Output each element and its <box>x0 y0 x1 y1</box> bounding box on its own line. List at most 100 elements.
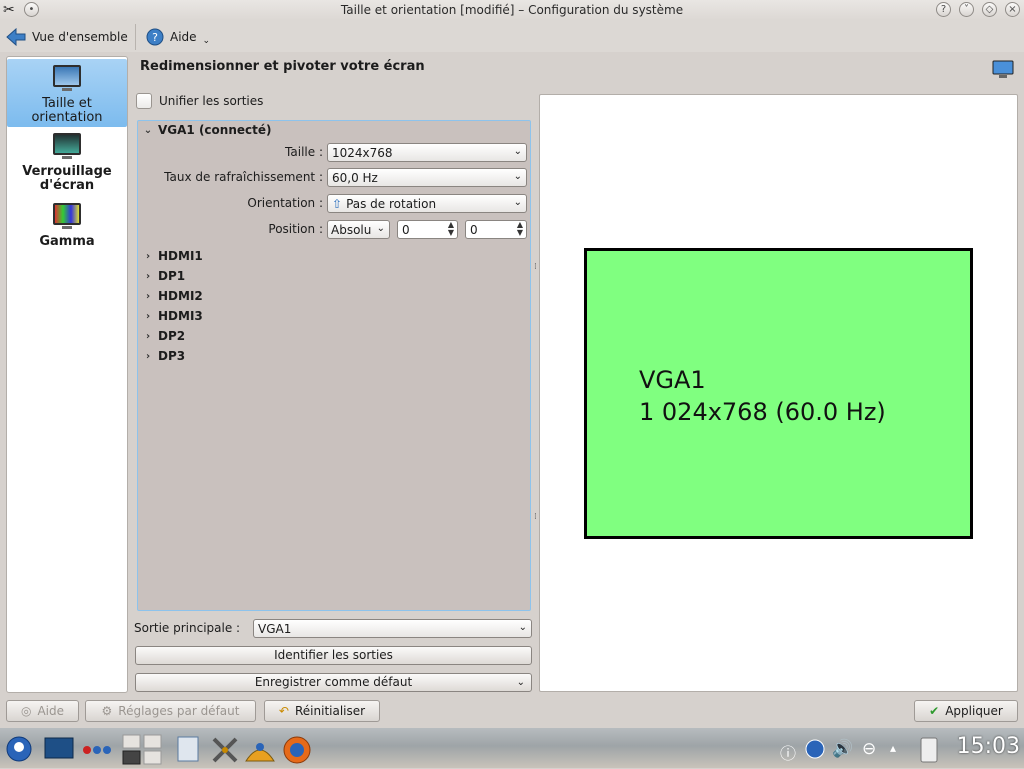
clock[interactable]: 15:03 <box>957 734 1020 759</box>
position-x-spinbox[interactable]: 0 ▲ ▼ <box>397 220 458 239</box>
sidebar-item-label: d'écran <box>39 178 95 193</box>
output-name: DP3 <box>158 349 186 363</box>
lifebuoy-icon: ◎ <box>20 704 32 718</box>
spin-arrows-icon[interactable]: ▲ ▼ <box>448 221 454 237</box>
notification-icon[interactable] <box>918 734 940 767</box>
info-icon[interactable]: ⓘ <box>780 740 796 764</box>
output-name: HDMI1 <box>158 249 203 263</box>
save-default-button[interactable]: Enregistrer comme défaut ⌄ <box>135 673 532 692</box>
size-label: Taille : <box>285 145 323 159</box>
primary-output-label: Sortie principale : <box>134 621 241 635</box>
output-hdmi1[interactable]: › HDMI1 <box>138 247 203 265</box>
sidebar-item-label: Gamma <box>39 234 95 249</box>
help-icon: ? <box>146 28 164 46</box>
chevron-down-icon: ⌄ <box>376 223 385 234</box>
expand-tray-icon[interactable]: ▴ <box>890 741 896 755</box>
firefox-icon[interactable] <box>282 735 312 768</box>
sidebar-item-label: Taille et <box>42 96 92 111</box>
connection-icon[interactable]: ⊖ <box>862 739 876 759</box>
position-x-value: 0 <box>402 222 410 237</box>
identify-outputs-button[interactable]: Identifier les sorties <box>135 646 532 665</box>
screen-lock-icon <box>53 133 81 159</box>
position-label: Position : <box>268 222 323 236</box>
refresh-rate-value: 60,0 Hz <box>332 170 378 185</box>
output-hdmi3[interactable]: › HDMI3 <box>138 307 203 325</box>
unify-outputs-checkbox[interactable]: Unifier les sorties <box>136 93 263 109</box>
expand-chevron-icon: › <box>145 290 151 302</box>
output-name: HDMI3 <box>158 309 203 323</box>
output-name: DP2 <box>158 329 186 343</box>
expand-chevron-icon: ⌄ <box>143 124 153 136</box>
position-y-value: 0 <box>470 222 478 237</box>
save-default-label: Enregistrer comme défaut <box>254 675 413 689</box>
output-hdmi2[interactable]: › HDMI2 <box>138 287 203 305</box>
defaults-button-label: Réglages par défaut <box>118 704 240 718</box>
up-arrow-icon: ⇧ <box>332 196 343 211</box>
sidebar-item-size-orientation[interactable]: Taille et orientation <box>7 59 127 127</box>
help-button[interactable]: ◎ Aide <box>6 700 79 722</box>
minimize-icon[interactable]: ˅ <box>959 2 974 17</box>
volume-icon[interactable]: 🔊 <box>832 739 853 759</box>
output-box-text: VGA1 1 024x768 (60.0 Hz) <box>639 364 886 428</box>
refresh-rate-label: Taux de rafraîchissement : <box>164 170 323 184</box>
sidebar-item-gamma[interactable]: Gamma <box>7 203 127 249</box>
pager-icon[interactable] <box>122 734 164 769</box>
chevron-down-icon: ⌄ <box>202 36 211 46</box>
apply-button[interactable]: ✔ Appliquer <box>914 700 1018 722</box>
chevron-down-icon: ⌄ <box>513 146 522 157</box>
position-y-spinbox[interactable]: 0 ▲ ▼ <box>465 220 527 239</box>
primary-output-select[interactable]: VGA1 ⌄ <box>253 619 532 638</box>
output-dp2[interactable]: › DP2 <box>138 327 185 345</box>
orientation-value: Pas de rotation <box>346 196 437 211</box>
position-mode-value: Absolu <box>331 222 372 237</box>
size-value: 1024x768 <box>332 145 393 160</box>
network-icon[interactable] <box>804 738 826 763</box>
orientation-select[interactable]: ⇧ Pas de rotation ⌄ <box>327 194 527 213</box>
activities-icon[interactable] <box>82 744 114 758</box>
output-name: DP1 <box>158 269 186 283</box>
sidebar-item-screen-lock[interactable]: Verrouillage d'écran <box>7 131 127 195</box>
system-settings-icon[interactable] <box>210 735 240 768</box>
output-dp3[interactable]: › DP3 <box>138 347 185 365</box>
checkbox-box[interactable] <box>136 93 152 109</box>
refresh-rate-select[interactable]: 60,0 Hz ⌄ <box>327 168 527 187</box>
desktop-icon[interactable] <box>44 735 74 764</box>
size-select[interactable]: 1024x768 ⌄ <box>327 143 527 162</box>
chevron-down-icon: ⌄ <box>516 677 525 688</box>
toolbar-separator <box>135 24 136 50</box>
help-title-icon[interactable]: ? <box>936 2 951 17</box>
primary-output-value: VGA1 <box>258 621 292 636</box>
position-mode-select[interactable]: Absolu ⌄ <box>327 220 390 239</box>
unify-outputs-label: Unifier les sorties <box>159 94 264 108</box>
back-arrow-icon <box>6 28 26 46</box>
expand-chevron-icon: › <box>145 330 151 342</box>
svg-text:?: ? <box>152 31 158 44</box>
output-dp1[interactable]: › DP1 <box>138 267 185 285</box>
expand-chevron-icon: › <box>145 310 151 322</box>
close-icon[interactable]: × <box>1005 2 1020 17</box>
overview-button[interactable]: Vue d'ensemble <box>6 25 128 49</box>
splitter-handle[interactable]: ⁞ <box>534 262 537 272</box>
vga1-output-box[interactable]: VGA1 1 024x768 (60.0 Hz) <box>584 248 973 539</box>
reset-button[interactable]: ↶ Réinitialiser <box>264 700 380 722</box>
orientation-label: Orientation : <box>247 196 323 210</box>
splitter-handle[interactable]: ⁞ <box>534 512 537 522</box>
defaults-button[interactable]: ⚙ Réglages par défaut <box>85 700 256 722</box>
expand-chevron-icon: › <box>145 250 151 262</box>
sidebar-item-label: orientation <box>31 110 103 125</box>
reset-button-label: Réinitialiser <box>294 704 366 718</box>
output-name: HDMI2 <box>158 289 203 303</box>
output-preview-area: VGA1 1 024x768 (60.0 Hz) <box>539 94 1018 692</box>
output-vga1-header[interactable]: ⌄ VGA1 (connecté) <box>138 121 272 139</box>
spin-arrows-icon[interactable]: ▲ ▼ <box>517 221 523 237</box>
window-title: Taille et orientation [modifié] – Config… <box>340 3 684 17</box>
file-manager-icon[interactable] <box>176 735 200 766</box>
chevron-down-icon: ⌄ <box>513 171 522 182</box>
expand-chevron-icon: › <box>145 270 151 282</box>
network-tool-icon[interactable] <box>244 735 276 768</box>
monitor-icon <box>53 65 81 91</box>
help-menu-button[interactable]: ? Aide ⌄ <box>146 25 210 49</box>
preview-output-mode: 1 024x768 (60.0 Hz) <box>639 398 886 426</box>
kde-menu-icon[interactable] <box>4 735 34 766</box>
maximize-icon[interactable]: ◇ <box>982 2 997 17</box>
